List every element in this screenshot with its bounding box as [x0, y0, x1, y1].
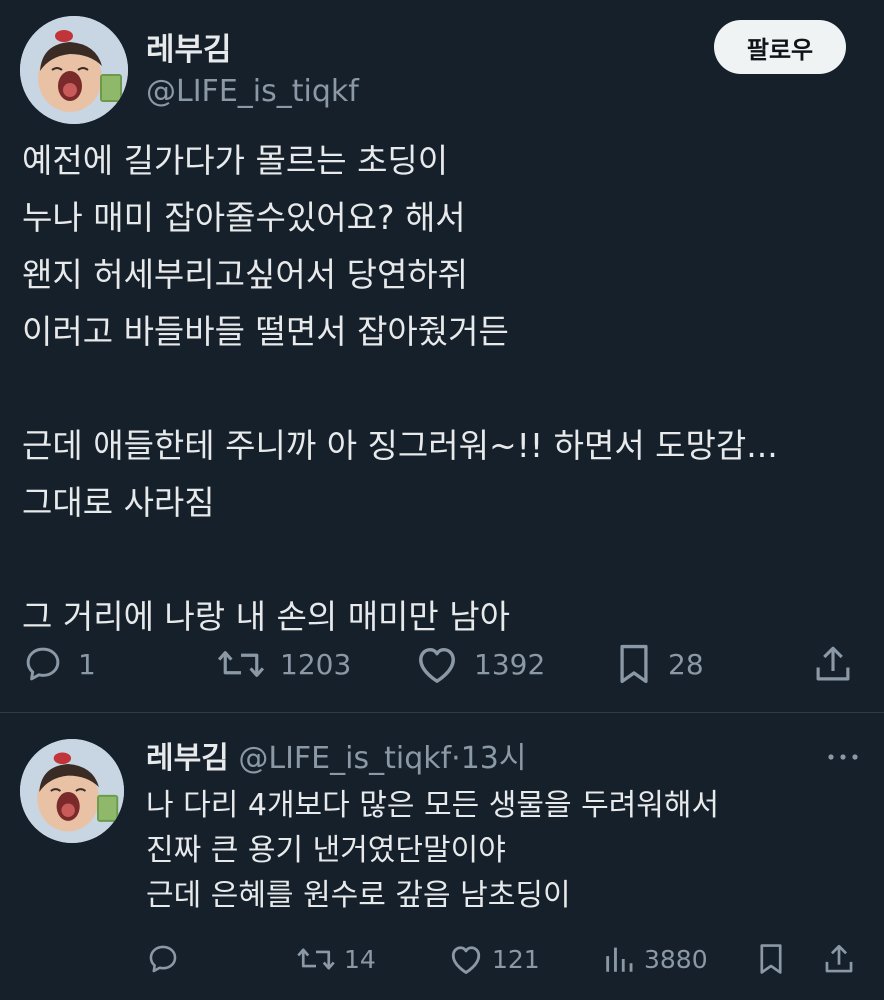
tweet-text-line: 이러고 바들바들 떨면서 잡아줬거든 — [22, 312, 509, 351]
tweet-text-blank — [22, 360, 872, 417]
bookmark-count: 28 — [668, 647, 704, 681]
reply-count: 1 — [78, 647, 96, 681]
like-button[interactable]: 1392 — [414, 636, 545, 692]
avatar[interactable] — [20, 16, 128, 124]
heart-icon — [419, 647, 455, 683]
user-handle[interactable]: @LIFE_is_tiqkf — [238, 741, 451, 776]
reply-button[interactable] — [146, 935, 188, 983]
retweet-count: 1203 — [280, 647, 352, 681]
tweet-text-line: 진짜 큰 용기 낸거였단말이야 — [146, 833, 506, 868]
like-count: 1392 — [474, 647, 546, 681]
view-count: 3880 — [644, 944, 708, 974]
tweet-actions: 14 121 3880 — [0, 935, 884, 983]
tweet-text-line: 나 다리 4개보다 많은 모든 생물을 두려워해서 — [146, 788, 720, 823]
retweet-count: 14 — [344, 944, 376, 974]
tweet-text-line: 왠지 허세부리고싶어서 당연하쥐 — [22, 255, 469, 294]
share-icon — [825, 944, 853, 973]
bookmark-icon — [620, 644, 648, 684]
bookmark-icon — [760, 944, 782, 974]
bookmark-button[interactable] — [756, 935, 786, 983]
tweet-actions: 1 1203 1392 28 — [0, 636, 884, 692]
views-button[interactable]: 3880 — [602, 935, 708, 983]
more-button[interactable] — [826, 747, 860, 766]
retweet-button[interactable]: 1203 — [216, 636, 351, 692]
user-handle[interactable]: @LIFE_is_tiqkf — [146, 74, 359, 109]
follow-button[interactable]: 팔로우 — [714, 20, 846, 74]
baby-avatar-image — [20, 16, 128, 124]
bar-chart-icon — [606, 947, 633, 972]
speech-bubble-icon — [26, 647, 60, 681]
display-name[interactable]: 레부김 — [146, 24, 232, 69]
tweet-text-line: 누나 매미 잡아줄수있어요? 해서 — [22, 198, 466, 237]
share-button[interactable] — [822, 935, 856, 983]
avatar[interactable] — [20, 739, 124, 843]
share-button[interactable] — [812, 636, 854, 692]
like-count: 121 — [492, 944, 540, 974]
main-tweet: 레부김 @LIFE_is_tiqkf 팔로우 예전에 길가다가 몰르는 초딩이 … — [0, 0, 884, 713]
baby-avatar-image — [20, 739, 124, 843]
display-name[interactable]: 레부김 — [146, 741, 229, 776]
timestamp[interactable]: 13시 — [461, 741, 527, 776]
reply-button[interactable]: 1 — [22, 636, 96, 692]
tweet-text-line: 예전에 길가다가 몰르는 초딩이 — [22, 141, 449, 180]
tweet-text-line: 근데 은혜를 원수로 갚음 남초딩이 — [146, 878, 571, 913]
retweet-icon — [217, 651, 265, 677]
retweet-button[interactable]: 14 — [296, 935, 376, 983]
bookmark-button[interactable]: 28 — [614, 636, 704, 692]
heart-icon — [451, 946, 481, 974]
tweet-text: 나 다리 4개보다 많은 모든 생물을 두려워해서 진짜 큰 용기 낸거였단말이… — [146, 783, 719, 918]
tweet-text-line: 근데 애들한테 주니까 아 징그러워~!! 하면서 도망감... — [22, 426, 778, 465]
like-button[interactable]: 121 — [448, 935, 540, 983]
more-dots-icon — [828, 754, 858, 760]
tweet-text: 예전에 길가다가 몰르는 초딩이 누나 매미 잡아줄수있어요? 해서 왠지 허세… — [22, 132, 872, 645]
retweet-icon — [297, 948, 335, 970]
share-icon — [816, 646, 850, 681]
speech-bubble-icon — [149, 945, 177, 973]
tweet-text-line: 그대로 사라짐 — [22, 483, 215, 522]
reply-header: 레부김 @LIFE_is_tiqkf·13시 — [146, 733, 527, 777]
separator-dot: · — [451, 741, 461, 776]
reply-tweet: 레부김 @LIFE_is_tiqkf·13시 나 다리 4개보다 많은 모든 생… — [0, 713, 884, 1000]
tweet-text-blank — [22, 531, 872, 588]
